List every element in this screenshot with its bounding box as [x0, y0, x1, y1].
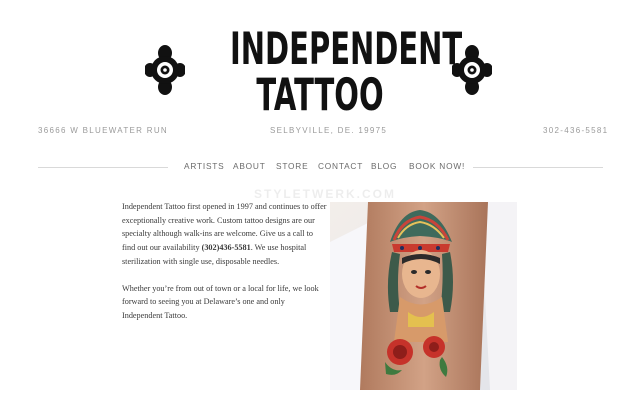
intro-phone-link[interactable]: (302)436-5581: [202, 243, 251, 252]
city-text: SELBYVILLE, DE. 19975: [270, 126, 388, 135]
skull-emblem-icon: [452, 45, 492, 95]
nav-divider-left: [38, 167, 168, 168]
intro-paragraph-2: Whether you’re from out of town or a loc…: [122, 283, 319, 320]
skull-emblem-icon: [145, 45, 185, 95]
watermark: STYLETWERK.COM: [254, 187, 396, 201]
nav-divider-right: [473, 167, 603, 168]
logo-line-1: INDEPENDENT: [230, 22, 463, 75]
address-text: 36666 W BLUEWATER RUN: [38, 126, 168, 135]
nav-item-store[interactable]: STORE: [276, 161, 308, 171]
tattoo-photo-illustration: [330, 202, 517, 390]
site-header: INDEPENDENT TATTOO: [0, 0, 640, 122]
nav-item-book-now[interactable]: BOOK NOW!: [409, 161, 465, 171]
logo-line-2: TATTOO: [256, 68, 384, 121]
phone-text[interactable]: 302-436-5581: [543, 126, 608, 135]
intro-text: Independent Tattoo first opened in 1997 …: [122, 200, 327, 336]
nav-item-about[interactable]: ABOUT: [233, 161, 266, 171]
tattoo-photo: [330, 202, 517, 390]
intro-paragraph-1: Independent Tattoo first opened in 1997 …: [122, 200, 327, 269]
main-nav: ARTISTS ABOUT STORE CONTACT BLOG BOOK NO…: [172, 161, 472, 175]
nav-item-artists[interactable]: ARTISTS: [184, 161, 225, 171]
nav-item-contact[interactable]: CONTACT: [318, 161, 363, 171]
nav-item-blog[interactable]: BLOG: [371, 161, 397, 171]
logo[interactable]: INDEPENDENT TATTOO: [230, 22, 463, 122]
